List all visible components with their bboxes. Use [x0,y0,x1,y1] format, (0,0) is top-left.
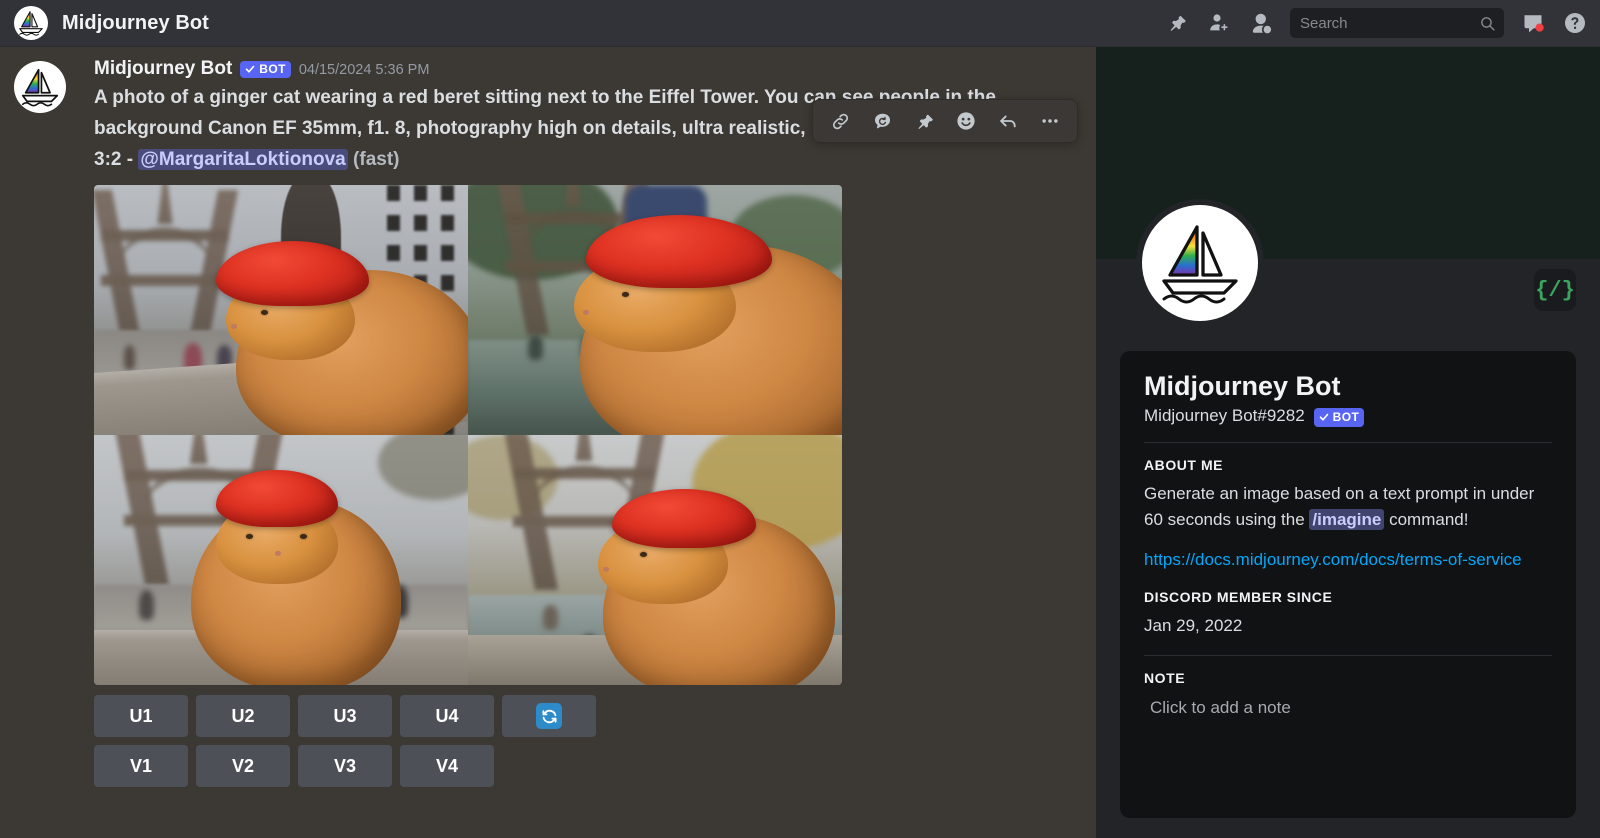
add-friend-icon[interactable] [1206,10,1232,36]
note-input[interactable] [1144,694,1552,722]
member-since-value: Jan 29, 2022 [1144,613,1552,639]
terms-of-service-link[interactable]: https://docs.midjourney.com/docs/terms-o… [1144,547,1552,573]
top-bar-actions: Search [1164,8,1588,38]
profile-divider-2 [1144,655,1552,656]
link-icon[interactable] [821,104,859,138]
generated-image-1[interactable] [94,185,468,435]
user-mention[interactable]: @MargaritaLoktionova [138,149,347,170]
profile-divider-1 [1144,442,1552,443]
cat-subject [580,245,842,435]
profile-avatar[interactable] [1142,205,1258,321]
bot-badge-label: BOT [259,63,286,75]
upscale-button-row: U1 U2 U3 U4 [94,695,1066,737]
main-body: Midjourney Bot BOT 04/15/2024 5:36 PM A … [0,47,1600,838]
midjourney-action-buttons: U1 U2 U3 U4 [94,695,1066,787]
generated-image-3[interactable] [94,435,468,685]
profile-username-tag: Midjourney Bot#9282 [1144,406,1305,426]
message-timestamp: 04/15/2024 5:36 PM [299,63,430,78]
upscale-button-u3[interactable]: U3 [298,695,392,737]
about-me-text-after: command! [1384,510,1468,529]
message-header: Midjourney Bot BOT 04/15/2024 5:36 PM [94,59,1066,78]
note-section: NOTE [1144,670,1552,722]
generated-image-4[interactable] [468,435,842,685]
message-hover-toolbar [812,99,1078,143]
profile-username-row: Midjourney Bot#9282 BOT [1144,406,1552,426]
refresh-icon [536,703,562,729]
profile-display-name: Midjourney Bot [1144,371,1552,402]
member-since-heading: DISCORD MEMBER SINCE [1144,589,1552,605]
thread-icon[interactable] [863,104,901,138]
variation-button-row: V1 V2 V3 V4 [94,745,1066,787]
profile-card: Midjourney Bot Midjourney Bot#9282 BOT A… [1120,351,1576,818]
discord-window: Midjourney Bot Search [0,0,1600,838]
about-me-section: ABOUT ME Generate an image based on a te… [1144,457,1552,573]
generated-image-grid[interactable] [94,185,842,685]
developer-badge-label: {/} [1535,278,1575,303]
imagine-command-chip[interactable]: /imagine [1309,509,1384,530]
check-icon [1318,411,1330,423]
inbox-icon[interactable] [1520,10,1546,36]
emoji-icon[interactable] [947,104,985,138]
bot-badge: BOT [240,61,291,78]
check-icon [244,63,256,75]
window-title: Midjourney Bot [62,12,209,35]
speed-label: (fast) [353,149,399,170]
profile-avatar-ring [1136,199,1264,327]
generated-image-2[interactable] [468,185,842,435]
profile-bot-badge-label: BOT [1333,410,1360,424]
cat-subject [191,500,400,685]
reroll-button[interactable] [502,695,596,737]
variation-button-v4[interactable]: V4 [400,745,494,787]
member-since-section: DISCORD MEMBER SINCE Jan 29, 2022 [1144,589,1552,639]
note-heading: NOTE [1144,670,1552,686]
cat-subject [603,515,835,685]
developer-badge[interactable]: {/} [1534,269,1576,311]
variation-button-v3[interactable]: V3 [298,745,392,787]
search-placeholder: Search [1300,15,1479,32]
magnifier-icon [1479,15,1496,32]
user-profile-panel: {/} Midjourney Bot Midjourney Bot#9282 B… [1096,47,1600,838]
message-author-name[interactable]: Midjourney Bot [94,59,232,78]
message-body: Midjourney Bot BOT 04/15/2024 5:36 PM A … [94,59,1096,787]
variation-button-v2[interactable]: V2 [196,745,290,787]
more-icon[interactable] [1031,104,1069,138]
reply-icon[interactable] [989,104,1027,138]
help-icon[interactable] [1562,10,1588,36]
chat-message: Midjourney Bot BOT 04/15/2024 5:36 PM A … [0,47,1096,787]
search-input[interactable]: Search [1290,8,1504,38]
about-me-heading: ABOUT ME [1144,457,1552,473]
upscale-button-u2[interactable]: U2 [196,695,290,737]
upscale-button-u4[interactable]: U4 [400,695,494,737]
pin-icon[interactable] [905,104,943,138]
top-bar: Midjourney Bot Search [0,0,1600,47]
message-author-avatar[interactable] [14,61,66,113]
member-list-icon[interactable] [1248,10,1274,36]
about-me-text: Generate an image based on a text prompt… [1144,481,1552,533]
variation-button-v1[interactable]: V1 [94,745,188,787]
upscale-button-u1[interactable]: U1 [94,695,188,737]
message-area: Midjourney Bot BOT 04/15/2024 5:36 PM A … [0,47,1096,838]
profile-bot-badge: BOT [1314,408,1365,427]
dm-avatar [14,6,48,40]
cat-subject [236,270,468,435]
pin-icon[interactable] [1164,10,1190,36]
